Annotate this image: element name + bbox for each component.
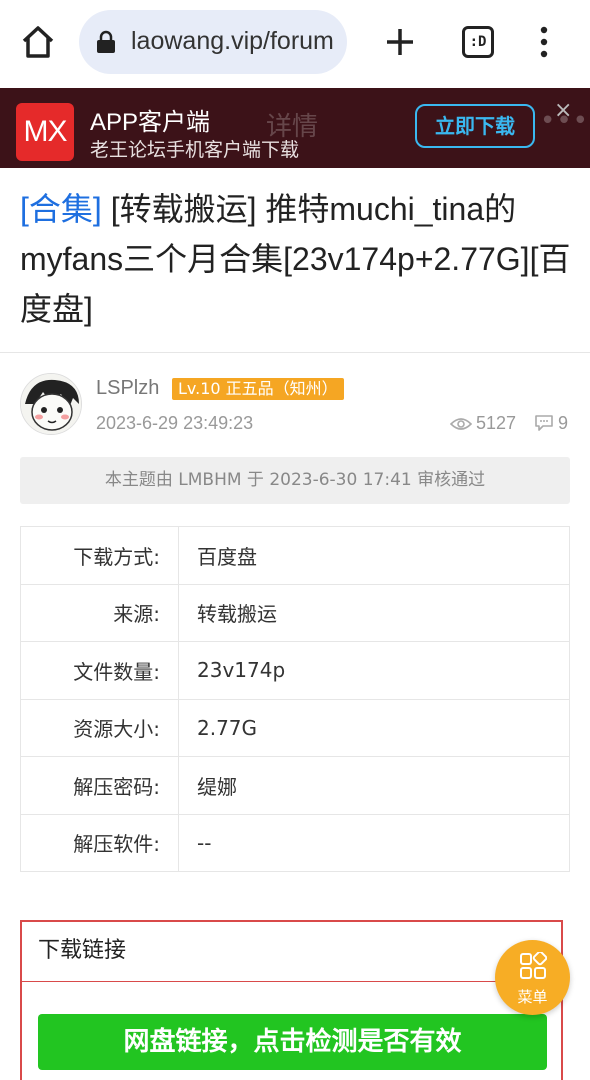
info-key: 下载方式: <box>20 526 179 585</box>
view-count-value: 5127 <box>476 413 517 433</box>
resource-info-table: 下载方式: 百度盘 来源: 转载搬运 文件数量: 23v174p 资源大小: 2.77G… <box>20 526 570 872</box>
info-key: 资源大小: <box>20 698 179 757</box>
post-title: [合集] [转载搬运] 推特muchi_tina的myfans三个月合集[23v… <box>20 184 575 334</box>
netdisk-link-button[interactable]: 网盘链接，点击检测是否有效 <box>38 1014 547 1070</box>
table-row: 文件数量: 23v174p <box>20 641 570 700</box>
level-badge: Lv.10 正五品（知州） <box>172 378 344 400</box>
reply-count-value: 9 <box>558 413 569 433</box>
table-row: 资源大小: 2.77G <box>20 698 570 757</box>
more-vert-icon[interactable] <box>534 24 554 60</box>
info-key: 解压密码: <box>20 756 179 815</box>
app-logo: MX <box>16 103 74 161</box>
lock-icon <box>95 30 117 54</box>
table-row: 解压密码: 缇娜 <box>20 756 570 815</box>
post-time: 2023-6-29 23:49:23 <box>96 413 254 433</box>
app-download-banner: MX APP客户端 老王论坛手机客户端下载 详情 立即下载 ••• × <box>0 88 590 168</box>
home-icon[interactable] <box>18 22 58 62</box>
menu-label: 菜单 <box>517 988 548 1006</box>
info-value: 23v174p <box>178 641 570 700</box>
info-value: 缇娜 <box>178 756 570 815</box>
download-links-header: 下载链接 <box>22 922 561 982</box>
table-row: 下载方式: 百度盘 <box>20 526 570 585</box>
info-value: -- <box>178 813 570 872</box>
info-value: 百度盘 <box>178 526 570 585</box>
view-count: 5127 <box>449 413 517 434</box>
tab-switcher-button[interactable]: :D <box>462 26 494 58</box>
eye-icon <box>449 418 473 430</box>
browser-toolbar: laowang.vip/forum :D <box>0 0 590 86</box>
info-key: 文件数量: <box>20 641 179 700</box>
info-key: 来源: <box>20 583 179 642</box>
close-icon[interactable]: × <box>554 98 572 123</box>
info-key: 解压软件: <box>20 813 179 872</box>
grid-icon <box>519 950 548 984</box>
review-notice: 本主题由 LMBHM 于 2023-6-30 17:41 审核通过 <box>20 457 570 504</box>
reply-count: 9 <box>534 413 568 434</box>
banner-title: APP客户端 <box>90 109 211 136</box>
comment-icon <box>535 415 553 431</box>
divider <box>0 352 590 353</box>
download-app-button[interactable]: 立即下载 <box>415 104 535 148</box>
table-row: 解压软件: -- <box>20 813 570 872</box>
avatar[interactable] <box>20 373 82 435</box>
author-name[interactable]: LSPlzh <box>96 377 159 400</box>
address-bar[interactable]: laowang.vip/forum <box>79 10 347 74</box>
info-value: 2.77G <box>178 698 570 757</box>
banner-detail-link[interactable]: 详情 <box>266 106 318 143</box>
url-text: laowang.vip/forum <box>131 27 334 55</box>
download-links-box: 下载链接 网盘链接，点击检测是否有效 <box>20 920 563 1080</box>
post-title-text: [转载搬运] 推特muchi_tina的myfans三个月合集[23v174p+… <box>20 191 571 327</box>
floating-menu-button[interactable]: 菜单 <box>495 940 570 1015</box>
new-tab-icon[interactable] <box>382 24 418 60</box>
table-row: 来源: 转载搬运 <box>20 583 570 642</box>
category-tag-link[interactable]: [合集] <box>20 191 102 227</box>
info-value: 转载搬运 <box>178 583 570 642</box>
